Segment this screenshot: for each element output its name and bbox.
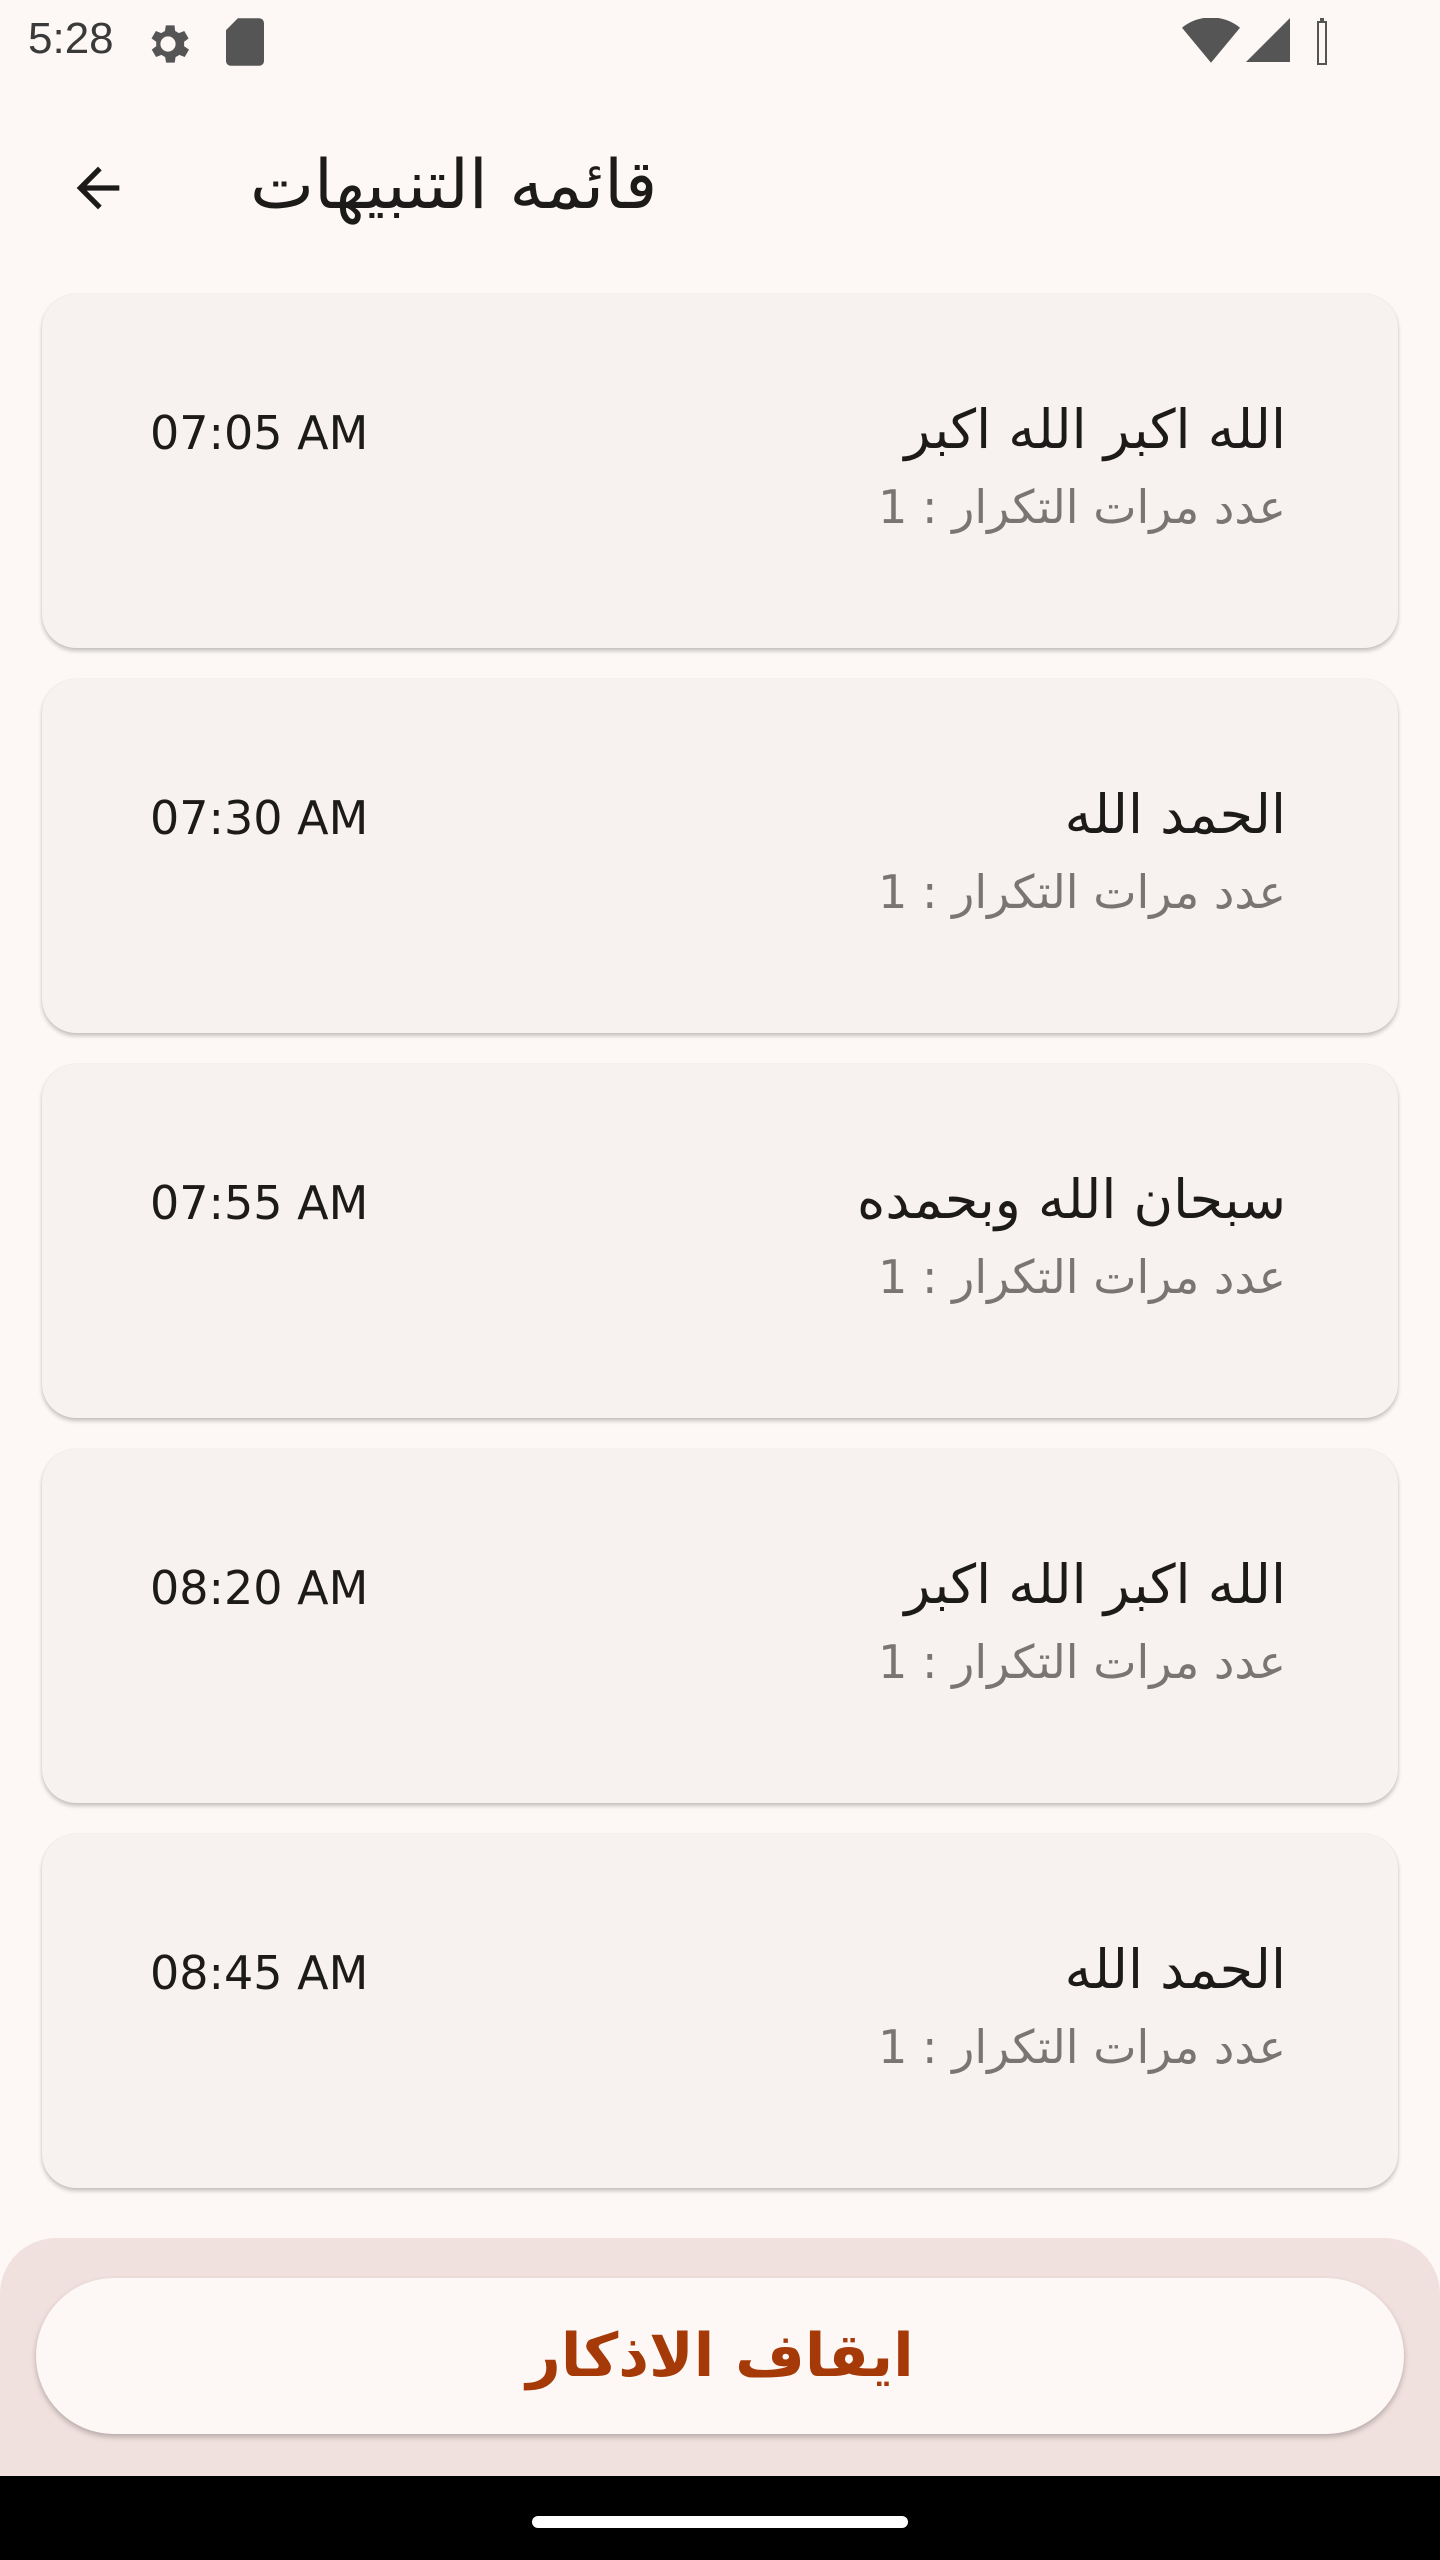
alert-repeat-count: عدد مرات التكرار : 1 [878,2020,1286,2074]
alert-card[interactable]: 07:55 AM سبحان الله وبحمده عدد مرات التك… [42,1064,1398,1418]
status-bar: 5:28 [0,0,1440,84]
alert-card[interactable]: 08:45 AM الحمد الله عدد مرات التكرار : 1 [42,1834,1398,2188]
settings-gear-icon [151,25,190,63]
stop-adhkar-button[interactable]: ايقاف الاذكار [36,2278,1404,2434]
alert-card[interactable]: 08:20 AM الله اكبر الله اكبر عدد مرات ال… [42,1449,1398,1803]
alert-repeat-count: عدد مرات التكرار : 1 [878,865,1286,919]
alert-repeat-count: عدد مرات التكرار : 1 [878,1250,1286,1304]
alert-card[interactable]: 07:05 AM الله اكبر الله اكبر عدد مرات ال… [42,294,1398,648]
alert-title: الله اكبر الله اكبر [904,1553,1286,1616]
alert-time: 07:30 AM [150,791,369,845]
system-nav-bar [0,2476,1440,2560]
home-indicator[interactable] [532,2516,908,2528]
alert-repeat-count: عدد مرات التكرار : 1 [878,480,1286,534]
page-title: قائمه التنبيهات [250,146,658,225]
alert-title: الله اكبر الله اكبر [904,398,1286,461]
alert-time: 08:45 AM [150,1946,369,2000]
status-time: 5:28 [28,14,114,63]
alert-time: 07:05 AM [150,406,369,460]
alert-repeat-count: عدد مرات التكرار : 1 [878,1635,1286,1689]
bottom-panel: ايقاف الاذكار [0,2238,1440,2478]
alert-title: سبحان الله وبحمده [857,1168,1286,1231]
battery-icon [1317,18,1327,65]
alert-card[interactable]: 07:30 AM الحمد الله عدد مرات التكرار : 1 [42,679,1398,1033]
app-bar: قائمه التنبيهات [0,108,1440,258]
alert-time: 08:20 AM [150,1561,369,1615]
alert-title: الحمد الله [1064,783,1286,846]
wifi-icon [1182,18,1240,63]
alert-time: 07:55 AM [150,1176,369,1230]
cell-signal-icon [1246,18,1290,62]
sd-card-icon [226,18,264,66]
alert-title: الحمد الله [1064,1938,1286,2001]
arrow-back-icon [76,166,120,210]
back-button[interactable] [52,142,144,234]
